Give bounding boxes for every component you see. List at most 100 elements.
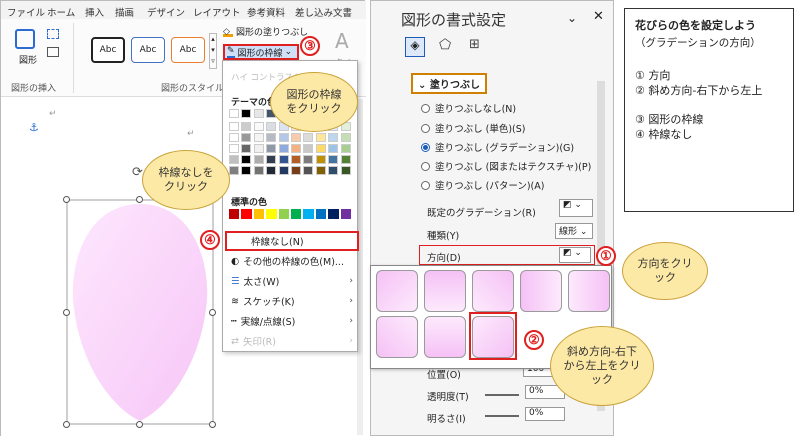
- theme-color-swatch[interactable]: [291, 155, 301, 164]
- radio-solid-fill[interactable]: 塗りつぶし (単色)(S): [421, 121, 525, 135]
- theme-color-swatch[interactable]: [229, 109, 239, 118]
- style-scroll[interactable]: ▴ ▾ ▿: [209, 33, 217, 69]
- theme-color-swatch[interactable]: [278, 133, 289, 142]
- radio-pattern-fill[interactable]: 塗りつぶし (パターン)(A): [421, 178, 544, 192]
- theme-color-swatch[interactable]: [328, 133, 339, 142]
- standard-color-swatch[interactable]: [229, 209, 240, 219]
- theme-color-swatch[interactable]: [278, 144, 289, 153]
- shape-fill-button[interactable]: ◇ 図形の塗りつぶし: [223, 25, 308, 38]
- theme-color-swatch[interactable]: [241, 166, 252, 175]
- theme-color-swatch[interactable]: [291, 133, 301, 142]
- theme-color-swatch[interactable]: [340, 155, 351, 164]
- theme-color-swatch[interactable]: [315, 166, 326, 175]
- resize-handle[interactable]: [136, 421, 143, 428]
- standard-color-swatch[interactable]: [291, 209, 302, 219]
- theme-color-swatch[interactable]: [340, 166, 351, 175]
- theme-color-swatch[interactable]: [241, 133, 252, 142]
- theme-color-swatch[interactable]: [229, 166, 239, 175]
- brightness-slider[interactable]: [485, 415, 519, 417]
- theme-color-swatch[interactable]: [241, 144, 252, 153]
- radio-no-fill[interactable]: 塗りつぶしなし(N): [421, 101, 516, 115]
- edit-shape-icon[interactable]: [47, 29, 59, 39]
- theme-color-swatch[interactable]: [266, 133, 277, 142]
- theme-color-swatch[interactable]: [266, 122, 277, 131]
- tab-draw[interactable]: 描画: [115, 5, 134, 19]
- gradient-direction-tile[interactable]: [424, 270, 466, 312]
- weight-item[interactable]: ☰ 太さ(W) ›: [223, 271, 359, 291]
- radio-picture-fill[interactable]: 塗りつぶし (図またはテクスチャ)(P): [421, 159, 591, 173]
- radio-gradient-fill[interactable]: 塗りつぶし (グラデーション)(G): [421, 140, 574, 154]
- petal-shape[interactable]: [66, 199, 214, 425]
- fill-section-header[interactable]: ⌄ 塗りつぶし: [411, 73, 487, 94]
- theme-color-swatch[interactable]: [303, 133, 314, 142]
- preset-gradient-dropdown[interactable]: ◩ ⌄: [559, 199, 593, 217]
- style-sample-2[interactable]: Abc: [131, 37, 165, 63]
- gradient-direction-tile[interactable]: [376, 316, 418, 358]
- more-outline-colors-item[interactable]: ◐ その他の枠線の色(M)...: [223, 251, 359, 271]
- gradient-direction-tile[interactable]: [424, 316, 466, 358]
- text-box-icon[interactable]: [47, 47, 59, 57]
- standard-color-swatch[interactable]: [303, 209, 314, 219]
- quick-style-icon[interactable]: A: [335, 29, 349, 53]
- theme-color-swatch[interactable]: [253, 109, 264, 118]
- resize-handle[interactable]: [209, 309, 216, 316]
- theme-color-swatch[interactable]: [266, 155, 277, 164]
- fill-line-icon[interactable]: ◈: [405, 37, 425, 57]
- theme-color-swatch[interactable]: [315, 144, 326, 153]
- theme-color-swatch[interactable]: [291, 166, 301, 175]
- standard-color-swatch[interactable]: [253, 209, 265, 219]
- theme-color-swatch[interactable]: [340, 144, 351, 153]
- tab-references[interactable]: 参考資料: [247, 5, 285, 19]
- tab-insert[interactable]: 挿入: [85, 5, 104, 19]
- standard-color-swatch[interactable]: [241, 209, 252, 219]
- size-properties-icon[interactable]: ⊞: [469, 37, 480, 52]
- shape-outline-button[interactable]: ✎ 図形の枠線 ⌄: [223, 44, 299, 60]
- no-outline-item[interactable]: 枠線なし(N): [225, 231, 359, 251]
- standard-color-row[interactable]: [229, 209, 353, 221]
- gradient-direction-tile[interactable]: [568, 270, 610, 312]
- tab-home[interactable]: ホーム: [47, 5, 75, 19]
- pane-options-icon[interactable]: ⌄: [567, 11, 577, 25]
- effects-icon[interactable]: ⬠: [439, 37, 451, 53]
- resize-handle[interactable]: [209, 421, 216, 428]
- shapes-icon[interactable]: [15, 29, 35, 49]
- theme-color-swatch[interactable]: [241, 109, 252, 118]
- sketch-item[interactable]: ≋ スケッチ(K) ›: [223, 291, 359, 311]
- theme-color-swatch[interactable]: [253, 155, 264, 164]
- close-icon[interactable]: ✕: [593, 9, 604, 24]
- tab-layout[interactable]: レイアウト: [193, 5, 241, 19]
- theme-color-swatch[interactable]: [241, 155, 252, 164]
- transparency-slider[interactable]: [485, 394, 519, 396]
- theme-color-swatch[interactable]: [229, 122, 239, 131]
- theme-color-swatch[interactable]: [303, 166, 314, 175]
- direction-dropdown[interactable]: ◩ ⌄: [559, 247, 591, 263]
- gradient-direction-tile[interactable]: [376, 270, 418, 312]
- theme-color-swatch[interactable]: [266, 166, 277, 175]
- standard-color-swatch[interactable]: [315, 209, 327, 219]
- theme-color-swatch[interactable]: [229, 144, 239, 153]
- standard-color-swatch[interactable]: [340, 209, 352, 219]
- type-dropdown[interactable]: 線形 ⌄: [555, 223, 593, 239]
- tab-file[interactable]: ファイル: [7, 5, 45, 19]
- theme-color-swatch[interactable]: [253, 144, 264, 153]
- resize-handle[interactable]: [136, 196, 143, 203]
- theme-color-swatch[interactable]: [253, 133, 264, 142]
- theme-color-swatch[interactable]: [278, 155, 289, 164]
- dashes-item[interactable]: ┅ 実線/点線(S) ›: [223, 311, 359, 331]
- theme-color-swatch[interactable]: [241, 122, 252, 131]
- standard-color-swatch[interactable]: [266, 209, 277, 219]
- theme-color-swatch[interactable]: [315, 133, 326, 142]
- style-sample-1[interactable]: Abc: [91, 37, 125, 63]
- theme-color-swatch[interactable]: [328, 166, 339, 175]
- theme-color-swatch[interactable]: [315, 155, 326, 164]
- style-sample-3[interactable]: Abc: [171, 37, 205, 63]
- standard-color-swatch[interactable]: [328, 209, 339, 219]
- theme-color-swatch[interactable]: [328, 155, 339, 164]
- tab-mailings[interactable]: 差し込み文書: [295, 5, 352, 19]
- resize-handle[interactable]: [63, 421, 70, 428]
- brightness-input[interactable]: 0%: [525, 407, 565, 421]
- gradient-direction-tile[interactable]: [472, 270, 514, 312]
- standard-color-swatch[interactable]: [278, 209, 290, 219]
- theme-color-swatch[interactable]: [229, 133, 239, 142]
- theme-color-swatch[interactable]: [266, 144, 277, 153]
